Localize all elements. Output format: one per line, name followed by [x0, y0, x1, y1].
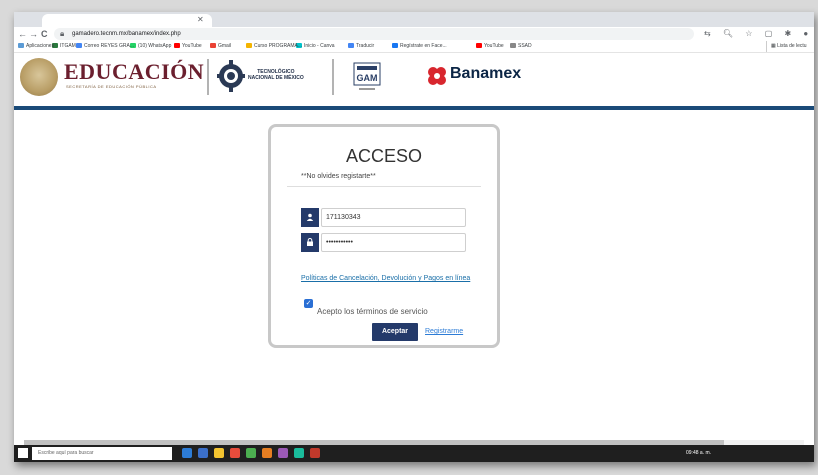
- app-icon[interactable]: [310, 448, 320, 458]
- bookmark-label: Correo REYES GRA...: [84, 43, 135, 49]
- bookmark-icon: [76, 43, 82, 49]
- check-icon: ✓: [305, 300, 312, 307]
- forward-icon[interactable]: →: [29, 28, 38, 40]
- address-bar[interactable]: 🔒︎ gamadero.tecnm.mx/banamex/index.php: [54, 28, 694, 40]
- terms-checkbox[interactable]: ✓: [304, 299, 313, 308]
- app-icon[interactable]: [230, 448, 240, 458]
- bookmark-label: YouTube: [484, 43, 504, 49]
- reading-list-label: Lista de lectu: [777, 43, 807, 49]
- bookmark-item[interactable]: Curso PROGRAMA...: [246, 41, 302, 52]
- tecnm-gear-logo: [217, 60, 245, 92]
- bookmark-item[interactable]: (10) WhatsApp: [130, 41, 171, 52]
- bookmark-icon: [210, 43, 216, 49]
- password-group: •••••••••••: [301, 233, 466, 252]
- bookmark-label: Traducir: [356, 43, 375, 49]
- gam-logo-text: GAM: [357, 73, 378, 83]
- education-logo-subtitle: SECRETARÍA DE EDUCACIÓN PÚBLICA: [66, 84, 157, 89]
- bookmark-item[interactable]: Correo REYES GRA...: [76, 41, 134, 52]
- policy-link[interactable]: Políticas de Cancelación, Devolución y P…: [301, 273, 471, 284]
- banamex-logo: [428, 67, 446, 85]
- login-card: ACCESO **No olvides registarte** 1711303…: [268, 124, 500, 348]
- bookmark-item[interactable]: Regístrate en Face...: [392, 41, 447, 52]
- sep-seal-logo: [20, 58, 58, 96]
- app-icon[interactable]: [294, 448, 304, 458]
- education-logo-text: EDUCACIÓN: [64, 59, 205, 84]
- header-divider: [207, 59, 209, 95]
- bookmark-item[interactable]: YouTube: [174, 41, 202, 52]
- bookmark-item[interactable]: Traducir: [348, 41, 374, 52]
- app-icon[interactable]: [262, 448, 272, 458]
- windows-start-icon[interactable]: [18, 448, 28, 458]
- terms-label: Acepto los términos de servicio: [317, 307, 428, 316]
- password-input[interactable]: •••••••••••: [321, 233, 466, 252]
- gam-logo: GAM: [353, 62, 381, 90]
- header-divider: [332, 59, 334, 95]
- bookmark-icon: [246, 43, 252, 49]
- bookmark-icon: [348, 43, 354, 49]
- username-input[interactable]: 171130343: [321, 208, 466, 227]
- system-clock[interactable]: 09:48 a. m.: [686, 445, 711, 462]
- bookmark-label: Curso PROGRAMA...: [254, 43, 303, 49]
- site-header: EDUCACIÓN SECRETARÍA DE EDUCACIÓN PÚBLIC…: [14, 53, 814, 107]
- active-tab[interactable]: ✕: [42, 14, 212, 27]
- bookmark-icon: [476, 43, 482, 49]
- login-divider: [287, 186, 481, 187]
- bookmark-label: Gmail: [218, 43, 232, 49]
- bookmark-label: ITGAM: [60, 43, 76, 49]
- edge-icon[interactable]: [198, 448, 208, 458]
- bookmark-item[interactable]: ITGAM: [52, 41, 76, 52]
- tecnm-line2: NACIONAL DE MÉXICO: [248, 75, 304, 81]
- bookmark-item[interactable]: YouTube: [476, 41, 504, 52]
- user-icon: [301, 208, 319, 227]
- taskbar-search-input[interactable]: Escribe aquí para buscar: [32, 447, 172, 460]
- bookmark-item[interactable]: Aplicaciones: [18, 41, 54, 52]
- close-tab-icon[interactable]: ✕: [197, 15, 204, 24]
- bookmark-label: Inicio - Canva: [304, 43, 335, 49]
- url-text[interactable]: gamadero.tecnm.mx/banamex/index.php: [72, 28, 181, 40]
- register-link[interactable]: Registrarme: [425, 328, 463, 335]
- bookmarks-bar: SSAD YouTube Regístrate en Face... Traducir…: [14, 41, 814, 53]
- bookmark-icon: [18, 43, 24, 49]
- lock-icon[interactable]: 🔒︎: [60, 28, 64, 40]
- header-rule: [14, 106, 814, 110]
- bookmark-icon: [174, 43, 180, 49]
- bookmark-label: SSAD: [518, 43, 532, 49]
- tecnm-logo-text: TECNOLÓGICO NACIONAL DE MÉXICO: [248, 69, 304, 81]
- bookmark-label: Regístrate en Face...: [400, 43, 447, 49]
- extension-icons[interactable]: ⇆ 🔍︎ ☆ ▢ ✱ ●: [704, 28, 813, 40]
- screenshot-frame: ✕ ← → C 🔒︎ gamadero.tecnm.mx/banamex/ind…: [14, 12, 814, 462]
- lock-icon: [301, 233, 319, 252]
- banamex-logo-text: Banamex: [450, 65, 522, 82]
- taskbar: Escribe aquí para buscar 09:48 a. m.: [14, 445, 814, 462]
- bookmark-item[interactable]: SSAD: [510, 41, 532, 52]
- register-hint: **No olvides registarte**: [301, 173, 376, 180]
- back-icon[interactable]: ←: [18, 28, 27, 40]
- bookmark-label: (10) WhatsApp: [138, 43, 172, 49]
- reload-icon[interactable]: C: [41, 28, 48, 40]
- address-row: ← → C 🔒︎ gamadero.tecnm.mx/banamex/index…: [14, 27, 814, 41]
- bookmark-item[interactable]: Gmail: [210, 41, 231, 52]
- username-group: 171130343: [301, 208, 466, 227]
- bookmark-label: YouTube: [182, 43, 202, 49]
- tab-strip: ✕: [14, 12, 814, 27]
- bookmark-icon: [510, 43, 516, 49]
- chrome-icon[interactable]: [246, 448, 256, 458]
- taskview-icon[interactable]: [182, 448, 192, 458]
- app-icon[interactable]: [278, 448, 288, 458]
- folder-icon[interactable]: [214, 448, 224, 458]
- login-title: ACCESO: [345, 146, 423, 166]
- reading-list[interactable]: ▦ Lista de lectu: [766, 41, 807, 52]
- bookmark-label: Aplicaciones: [26, 43, 55, 49]
- bookmark-icon: [392, 43, 398, 49]
- accept-button[interactable]: Aceptar: [372, 323, 418, 341]
